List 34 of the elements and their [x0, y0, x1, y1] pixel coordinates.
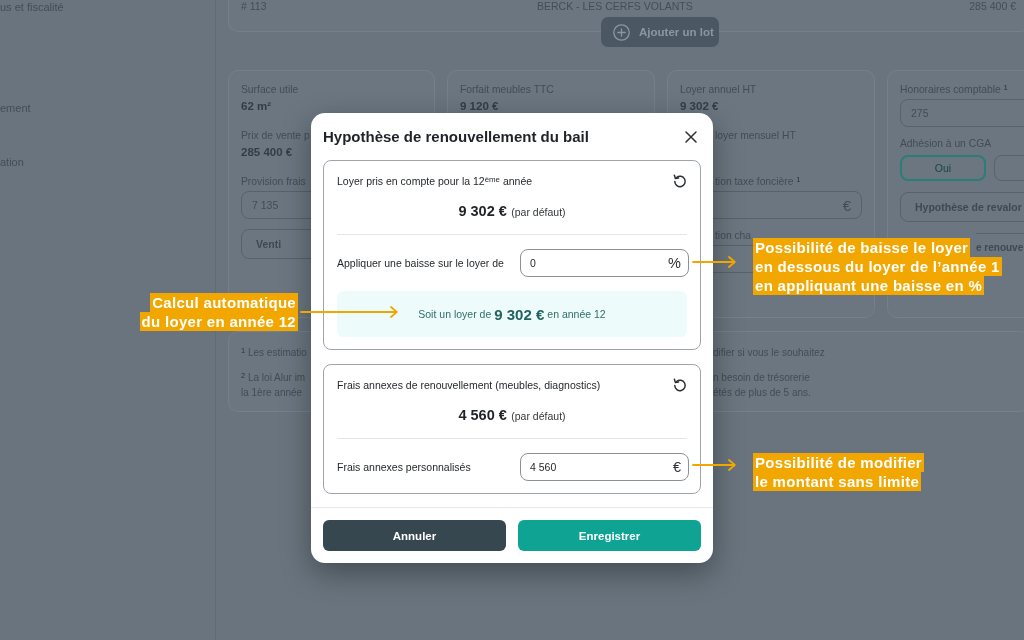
default-amount: 9 302 €: [458, 203, 507, 219]
unit-suffix: €: [672, 459, 681, 475]
input-field[interactable]: 0 %: [520, 249, 689, 277]
callout-arrow: [692, 459, 736, 471]
default-note: (par défaut): [511, 410, 566, 422]
default-amount: 4 560 €: [458, 407, 507, 423]
close-icon: [685, 130, 697, 143]
section-heading: Loyer pris en compte pour la 12$^{ème}$ année: [337, 175, 533, 187]
reset-icon: [673, 378, 687, 392]
field-value: 9 120 €: [460, 99, 499, 113]
toggle-button[interactable]: Oui: [900, 155, 986, 181]
field-label: Appliquer une baisse sur le loyer de: [337, 257, 504, 269]
field-value: 9 302 €: [680, 99, 719, 113]
dialog-title: Hypothèse de renouvellement du bail: [323, 128, 589, 145]
reset-icon: [673, 174, 687, 188]
cancel-button[interactable]: Annuler: [323, 520, 506, 551]
callout-arrow: [692, 256, 736, 268]
add-lot-button[interactable]: Ajouter un lot: [601, 17, 719, 47]
unit-suffix: %: [668, 255, 681, 271]
callout-text: Calcul automatique du loyer en année 12: [139, 293, 298, 331]
callout-text: Possibilité de modifier le montant sans limite: [753, 453, 924, 491]
close-button[interactable]: [685, 130, 697, 143]
section-heading: Frais annexes de renouvellement (meubles, diagnostics): [337, 379, 601, 391]
field-value: 285 400 €: [241, 145, 293, 159]
field-label: Frais annexes personnalisés: [337, 461, 471, 473]
reset-button[interactable]: [673, 174, 687, 188]
default-note: (par défaut): [511, 206, 566, 218]
unit-suffix: €: [842, 196, 851, 214]
reset-button[interactable]: [673, 378, 687, 392]
plus-circle-icon: [613, 23, 630, 41]
result-summary: Soit un loyer de 9 302 € en année 12: [337, 291, 687, 337]
input-field[interactable]: 4 560 €: [520, 453, 689, 481]
field-value: 62 m²: [241, 99, 272, 113]
save-button[interactable]: Enregistrer: [518, 520, 701, 551]
